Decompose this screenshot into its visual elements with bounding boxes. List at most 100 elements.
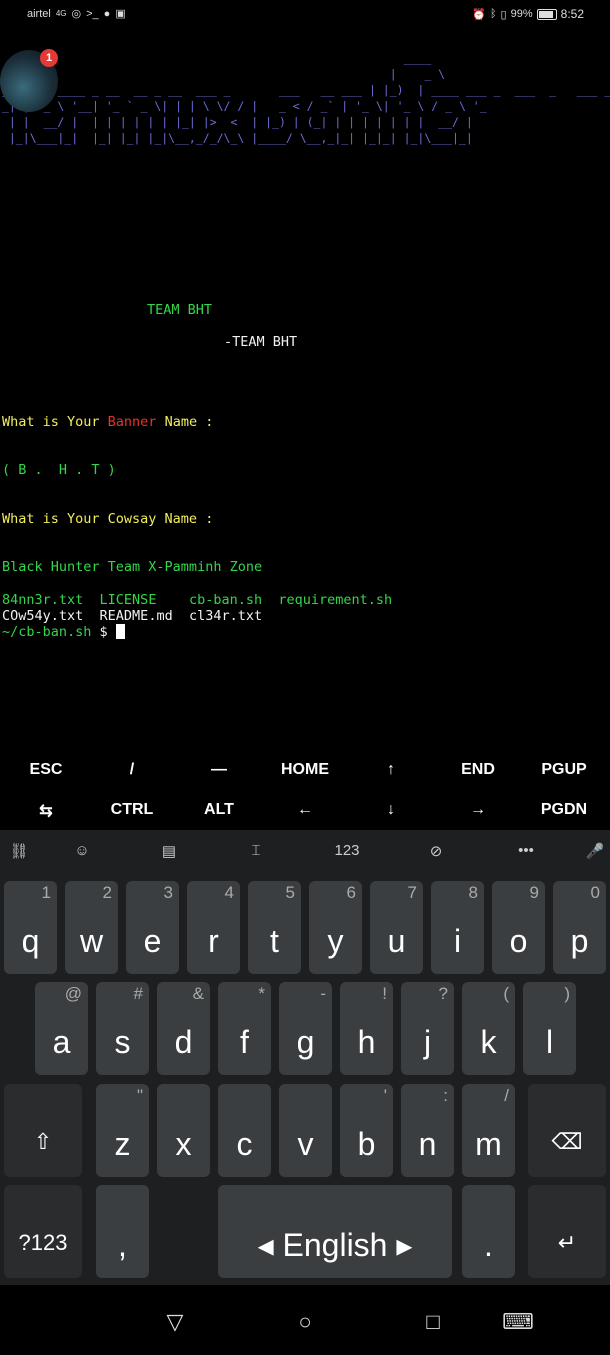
key-p[interactable]: p0 — [553, 881, 606, 974]
key-hint: / — [504, 1086, 509, 1105]
alt-key[interactable]: ALT — [181, 801, 257, 819]
key-x[interactable]: x — [157, 1084, 210, 1177]
key-d[interactable]: d & — [157, 982, 210, 1075]
period-key[interactable]: . — [462, 1185, 515, 1278]
key-label: , — [118, 1227, 127, 1263]
key-s[interactable]: s # — [96, 982, 149, 1075]
battery-percent: 99% — [510, 8, 533, 20]
pgup-key[interactable]: PGUP — [526, 761, 602, 779]
left-arrow-key[interactable]: ← — [267, 801, 343, 819]
status-bar: airtel 4G ◎ >_ ● ▣ ⏰ ᛒ ▯ 99% 8:52 — [0, 0, 610, 26]
banner-prompt-c: Name : — [156, 414, 214, 430]
file-entry: cb-ban.sh — [188, 592, 263, 608]
shift-key[interactable]: ⇧ — [4, 1084, 82, 1177]
pgdn-key[interactable]: PGDN — [526, 801, 602, 819]
key-f[interactable]: f * — [218, 982, 271, 1075]
keyboard-switch-icon[interactable]: ⌨ — [498, 1309, 538, 1335]
status-right: ⏰ ᛒ ▯ 99% 8:52 — [472, 7, 584, 21]
no-incognito-icon[interactable]: ⊘ — [421, 842, 451, 860]
key-e[interactable]: e3 — [126, 881, 179, 974]
navigation-bar: ▽ ○ □ ⌨ — [0, 1285, 610, 1355]
key-hint: 3 — [163, 883, 173, 902]
dash-key[interactable]: — — [181, 761, 257, 779]
status-left: airtel 4G ◎ >_ ● ▣ — [27, 7, 126, 21]
key-m[interactable]: m / — [462, 1084, 515, 1177]
clipboard-icon[interactable]: ▤ — [154, 842, 184, 860]
esc-key[interactable]: ESC — [8, 761, 84, 779]
key-label: a — [52, 1024, 71, 1060]
slash-key[interactable]: / — [94, 761, 170, 779]
key-t[interactable]: t5 — [248, 881, 301, 974]
signal-icon: 4G — [55, 9, 67, 18]
key-n[interactable]: n: — [401, 1084, 454, 1177]
ctrl-key[interactable]: CTRL — [94, 801, 170, 819]
key-r[interactable]: r4 — [187, 881, 240, 974]
key-label: m — [475, 1126, 502, 1162]
key-v[interactable]: v — [279, 1084, 332, 1177]
key-z[interactable]: z " — [96, 1084, 149, 1177]
key-g[interactable]: g- — [279, 982, 332, 1075]
tab-key[interactable]: ⇆ — [8, 801, 84, 821]
terminal-icon: >_ — [86, 7, 99, 20]
space-key[interactable]: ◂ English ▸ — [218, 1185, 452, 1278]
end-key[interactable]: END — [440, 761, 516, 779]
file-entry: cl34r.txt — [188, 608, 263, 624]
key-b[interactable]: b ' — [340, 1084, 393, 1177]
text-cursor-icon[interactable]: ⌶ — [241, 842, 271, 859]
numbers-toolbar-button[interactable]: 123 — [332, 842, 362, 859]
key-y[interactable]: y6 — [309, 881, 362, 974]
key-q[interactable]: q1 — [4, 881, 57, 974]
home-icon[interactable]: ○ — [285, 1309, 325, 1335]
key-hint: ? — [438, 984, 448, 1003]
key-hint: ( — [503, 984, 509, 1003]
file-list-row-1: 84nn3r.txt LICENSE cb-ban.sh requirement… — [2, 592, 392, 608]
key-i[interactable]: i8 — [431, 881, 484, 974]
key-label: ?123 — [18, 1230, 68, 1255]
key-label: p — [570, 923, 589, 959]
key-label: v — [297, 1126, 314, 1162]
emoji-icon[interactable]: ☺ — [67, 842, 97, 859]
alarm-icon: ⏰ — [472, 8, 486, 21]
key-label: d — [174, 1024, 193, 1060]
key-hint: 2 — [102, 883, 112, 902]
app-icon: ▣ — [115, 8, 126, 20]
key-o[interactable]: o9 — [492, 881, 545, 974]
cowsay-prompt: What is Your Cowsay Name : — [2, 511, 214, 527]
up-arrow-key[interactable]: ↑ — [353, 761, 429, 779]
key-a[interactable]: a @ — [35, 982, 88, 1075]
key-label: z — [114, 1126, 131, 1162]
key-c[interactable]: c — [218, 1084, 271, 1177]
right-arrow-key[interactable]: → — [440, 801, 516, 819]
team-line-1: TEAM BHT — [147, 302, 213, 318]
down-arrow-key[interactable]: ↓ — [353, 801, 429, 819]
shell-prompt[interactable]: ~/cb-ban.sh $ — [2, 624, 125, 640]
terminal-output[interactable]: ____ _ | _ \ _ | | ____ _ __ __ _ __ ___… — [2, 40, 610, 760]
ascii-banner: ____ _ | _ \ _ | | ____ _ __ __ _ __ ___… — [2, 51, 610, 145]
backspace-key[interactable]: ⌫ — [528, 1084, 606, 1177]
key-hint: ' — [383, 1086, 387, 1105]
key-h[interactable]: h! — [340, 982, 393, 1075]
key-hint: : — [443, 1086, 448, 1105]
symbols-key[interactable]: ?123 — [4, 1185, 82, 1278]
key-label: ◂ English ▸ — [257, 1227, 413, 1263]
recents-icon[interactable]: □ — [413, 1309, 453, 1335]
key-w[interactable]: w2 — [65, 881, 118, 974]
comma-key[interactable]: , — [96, 1185, 149, 1278]
translate-icon[interactable]: ⛓ — [4, 842, 34, 860]
mic-icon[interactable]: 🎤 — [580, 842, 610, 860]
key-label: t — [270, 923, 279, 959]
key-k[interactable]: k( — [462, 982, 515, 1075]
key-label: ⌫ — [551, 1129, 583, 1154]
back-icon[interactable]: ▽ — [155, 1309, 195, 1335]
key-hint: 7 — [407, 883, 417, 902]
key-l[interactable]: l) — [523, 982, 576, 1075]
file-entry: 84nn3r.txt — [2, 592, 84, 608]
home-key[interactable]: HOME — [267, 761, 343, 779]
more-icon[interactable]: ••• — [511, 842, 541, 859]
clock: 8:52 — [560, 7, 584, 21]
key-hint: * — [258, 984, 265, 1003]
key-j[interactable]: j? — [401, 982, 454, 1075]
enter-key[interactable]: ↵ — [528, 1185, 606, 1278]
key-label: ⇧ — [33, 1129, 53, 1154]
key-u[interactable]: u7 — [370, 881, 423, 974]
